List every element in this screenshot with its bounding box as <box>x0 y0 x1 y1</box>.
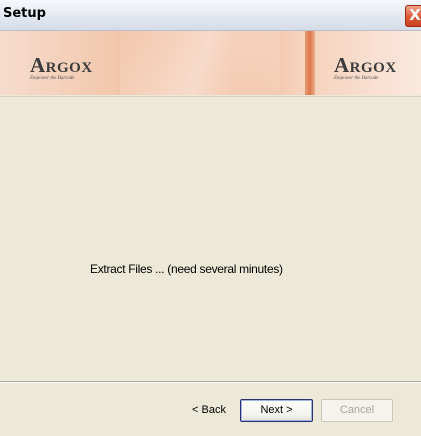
content-panel <box>0 96 421 382</box>
logo-initial: A <box>334 53 350 77</box>
window-title: Setup <box>3 6 46 21</box>
logo-tagline: Empower the Barcode <box>334 76 379 81</box>
logo-rest: RGOX <box>45 60 93 76</box>
logo-tagline: Empower the Barcode <box>30 76 75 81</box>
logo-wordmark: ARGOX <box>30 55 93 76</box>
back-button[interactable]: < Back <box>172 399 246 422</box>
banner-highlight <box>120 31 280 95</box>
logo-initial: A <box>30 53 46 77</box>
next-button[interactable]: Next > <box>240 399 313 422</box>
setup-window: Setup X ARGOX Empower the Barcode ARGOX … <box>0 0 421 436</box>
header-banner: ARGOX Empower the Barcode ARGOX Empower … <box>0 31 421 95</box>
logo-rest: RGOX <box>349 60 397 76</box>
argox-logo-left: ARGOX Empower the Barcode <box>30 55 93 82</box>
title-bar[interactable]: Setup X <box>0 0 421 31</box>
logo-wordmark: ARGOX <box>334 55 397 76</box>
status-message: Extract Files ... (need several minutes) <box>90 262 283 276</box>
close-icon[interactable]: X <box>405 5 421 27</box>
cancel-button[interactable]: Cancel <box>321 399 393 422</box>
footer-divider <box>0 381 421 383</box>
argox-logo-right: ARGOX Empower the Barcode <box>334 55 397 82</box>
banner-separator <box>305 31 315 95</box>
